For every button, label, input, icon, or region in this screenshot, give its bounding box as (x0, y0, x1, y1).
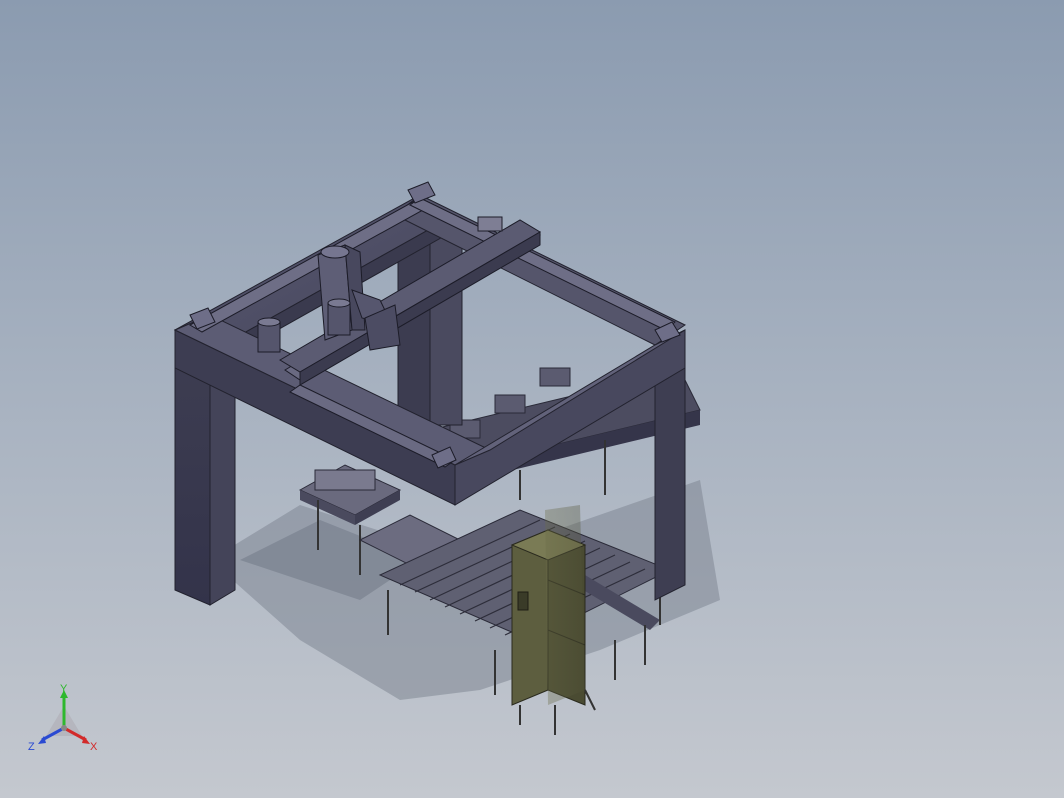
gantry-palletizer-model[interactable] (0, 0, 1064, 798)
coordinate-triad: Y X Z (28, 684, 98, 753)
y-axis-label: Y (60, 684, 68, 695)
z-axis-label: Z (28, 741, 35, 753)
servo-motor-1[interactable] (257, 317, 281, 353)
servo-motor-2[interactable] (327, 298, 351, 336)
x-axis-label: X (90, 741, 98, 753)
graphics-viewport[interactable]: Y X Z (0, 0, 1064, 798)
